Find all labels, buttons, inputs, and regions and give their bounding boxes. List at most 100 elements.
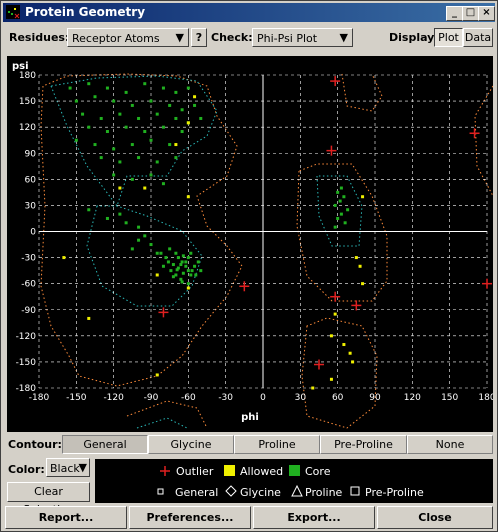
core-point[interactable] [193, 264, 197, 268]
allowed-point[interactable] [186, 121, 190, 125]
allowed-point[interactable] [354, 256, 358, 260]
allowed-point[interactable] [361, 195, 365, 199]
core-point[interactable] [137, 156, 141, 160]
outlier-point[interactable] [469, 128, 480, 139]
phi-psi-plot[interactable]: -180 -180 -150 -150 -120 -120 -90 -90 -60 -60 -30 -… [7, 56, 496, 432]
core-point[interactable] [112, 173, 116, 177]
core-point[interactable] [143, 82, 147, 86]
outlier-point[interactable] [482, 278, 492, 289]
allowed-point[interactable] [351, 360, 355, 364]
core-point[interactable] [124, 125, 128, 129]
core-point[interactable] [180, 130, 184, 134]
core-point[interactable] [124, 221, 128, 225]
core-point[interactable] [186, 86, 190, 90]
core-point[interactable] [74, 99, 78, 103]
core-point[interactable] [143, 234, 147, 238]
core-point[interactable] [161, 264, 165, 268]
core-point[interactable] [99, 116, 103, 120]
core-point[interactable] [130, 103, 134, 107]
core-point[interactable] [99, 156, 103, 160]
core-point[interactable] [196, 260, 200, 264]
core-point[interactable] [130, 143, 134, 147]
allowed-point[interactable] [311, 386, 315, 390]
core-point[interactable] [118, 112, 122, 116]
core-point[interactable] [186, 269, 190, 273]
core-point[interactable] [339, 212, 343, 216]
allowed-point[interactable] [361, 282, 365, 286]
residues-select[interactable]: Receptor Atoms ▼ [67, 28, 189, 47]
core-point[interactable] [168, 143, 172, 147]
outlier-point[interactable] [326, 145, 337, 156]
allowed-point[interactable] [186, 286, 190, 290]
clear-selection-button[interactable]: Clear Selection [7, 482, 90, 516]
core-point[interactable] [190, 269, 194, 273]
core-point[interactable] [168, 103, 172, 107]
allowed-point[interactable] [155, 273, 159, 277]
core-point[interactable] [333, 225, 337, 229]
core-point[interactable] [166, 260, 170, 264]
color-select[interactable]: Black ▼ [46, 458, 90, 477]
core-point[interactable] [184, 264, 188, 268]
core-point[interactable] [175, 268, 179, 272]
export-button[interactable]: Export... [253, 506, 375, 529]
core-point[interactable] [199, 116, 203, 120]
preferences-button[interactable]: Preferences... [129, 506, 251, 529]
core-point[interactable] [149, 243, 153, 247]
core-point[interactable] [164, 256, 168, 260]
core-point[interactable] [137, 225, 141, 229]
allowed-point[interactable] [333, 312, 337, 316]
core-point[interactable] [87, 82, 91, 86]
core-point[interactable] [137, 116, 141, 120]
core-point[interactable] [174, 156, 178, 160]
core-point[interactable] [130, 177, 134, 181]
report-button[interactable]: Report... [5, 506, 127, 529]
core-point[interactable] [333, 203, 337, 207]
core-point[interactable] [189, 251, 193, 255]
core-point[interactable] [161, 86, 165, 90]
core-point[interactable] [161, 125, 165, 129]
core-point[interactable] [336, 190, 340, 194]
core-point[interactable] [180, 108, 184, 112]
core-point[interactable] [176, 256, 180, 260]
core-point[interactable] [105, 86, 109, 90]
core-point[interactable] [181, 271, 185, 275]
allowed-point[interactable] [358, 264, 362, 268]
core-point[interactable] [189, 273, 193, 277]
outlier-point[interactable] [158, 307, 169, 318]
allowed-point[interactable] [155, 373, 159, 377]
core-point[interactable] [174, 90, 178, 94]
core-point[interactable] [171, 263, 175, 267]
core-point[interactable] [169, 269, 173, 273]
contour-tab-preproline[interactable]: Pre-Proline [320, 435, 407, 454]
close-button[interactable]: Close [377, 506, 493, 529]
core-point[interactable] [112, 147, 116, 151]
data-toggle-button[interactable]: Data [463, 28, 493, 47]
core-point[interactable] [155, 160, 159, 164]
allowed-point[interactable] [329, 334, 333, 338]
allowed-point[interactable] [62, 256, 66, 260]
title-bar[interactable]: Protein Geometry _ □ × [3, 3, 495, 22]
core-point[interactable] [143, 130, 147, 134]
core-point[interactable] [124, 90, 128, 94]
core-point[interactable] [149, 99, 153, 103]
allowed-point[interactable] [143, 186, 147, 190]
core-point[interactable] [174, 116, 178, 120]
maximize-button[interactable]: □ [462, 6, 479, 21]
core-point[interactable] [193, 103, 197, 107]
minimize-button[interactable]: _ [446, 6, 463, 21]
core-point[interactable] [155, 251, 159, 255]
outlier-point[interactable] [239, 281, 250, 292]
core-point[interactable] [105, 130, 109, 134]
allowed-point[interactable] [118, 186, 122, 190]
contour-tab-proline[interactable]: Proline [234, 435, 320, 454]
core-point[interactable] [336, 216, 340, 220]
outlier-point[interactable] [314, 359, 324, 370]
core-point[interactable] [74, 138, 78, 142]
close-window-button[interactable]: × [478, 6, 495, 21]
help-button[interactable]: ? [191, 28, 207, 47]
allowed-point[interactable] [329, 377, 333, 381]
core-point[interactable] [171, 275, 175, 279]
core-point[interactable] [186, 282, 190, 286]
core-point[interactable] [194, 273, 198, 277]
allowed-point[interactable] [193, 95, 197, 99]
